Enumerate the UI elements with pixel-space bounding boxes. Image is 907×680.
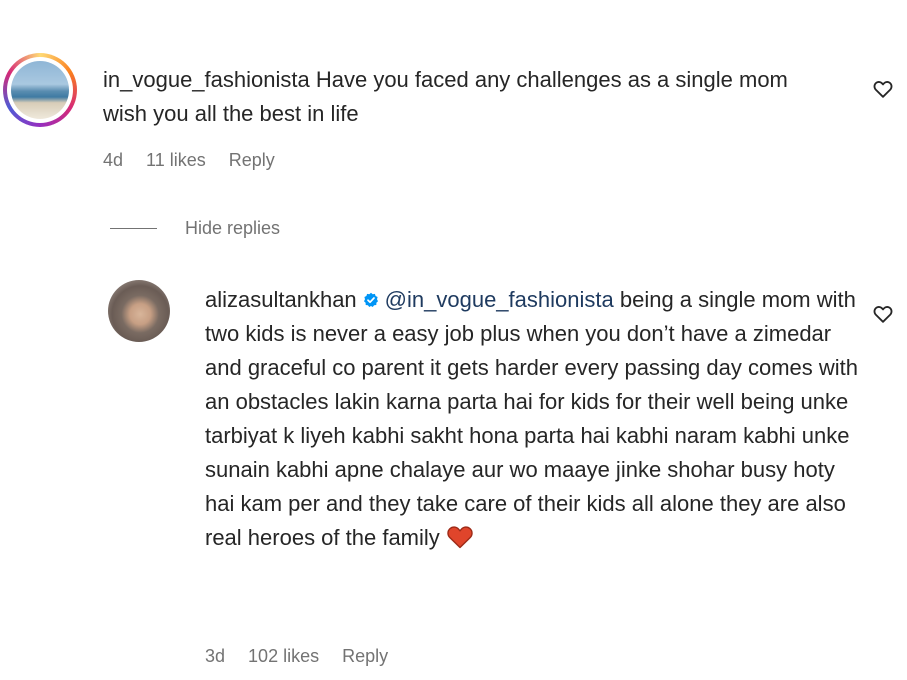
heart-outline-icon[interactable] — [872, 303, 894, 325]
reply-age: 3d — [205, 646, 226, 666]
red-heart-emoji-icon — [447, 526, 473, 549]
reply-reply-button[interactable]: Reply — [342, 646, 388, 666]
story-ring-avatar[interactable] — [3, 53, 77, 127]
profile-photo-avatar[interactable] — [108, 280, 170, 342]
comment-age: 4d — [103, 150, 124, 170]
comment-reply-button[interactable]: Reply — [229, 150, 275, 170]
beach-avatar-image — [11, 61, 69, 119]
comment-likes[interactable]: 11 likes — [146, 150, 206, 170]
comment-username[interactable]: in_vogue_fashionista — [103, 67, 310, 92]
verified-badge-icon — [363, 292, 378, 307]
reply-text: being a single mom with two kids is neve… — [205, 287, 859, 550]
replies-divider-line — [110, 227, 157, 229]
reply-comment: alizasultankhan @in_vogue_fashionista be… — [0, 270, 907, 680]
heart-outline-icon[interactable] — [872, 78, 894, 100]
hide-replies-label: Hide replies — [185, 217, 281, 238]
avatar-ring-gap — [7, 57, 73, 123]
reply-mention-link[interactable]: @in_vogue_fashionista — [385, 287, 614, 312]
hide-replies-button[interactable]: Hide replies — [110, 215, 280, 241]
reply-meta: 3d 102 likes Reply — [205, 646, 406, 667]
comment: in_vogue_fashionista Have you faced any … — [0, 0, 907, 200]
comment-meta: 4d 11 likes Reply — [103, 150, 293, 171]
comment-body: in_vogue_fashionista Have you faced any … — [103, 63, 823, 131]
reply-body: alizasultankhan @in_vogue_fashionista be… — [205, 283, 865, 555]
reply-username[interactable]: alizasultankhan — [205, 287, 357, 312]
reply-likes[interactable]: 102 likes — [248, 646, 319, 666]
